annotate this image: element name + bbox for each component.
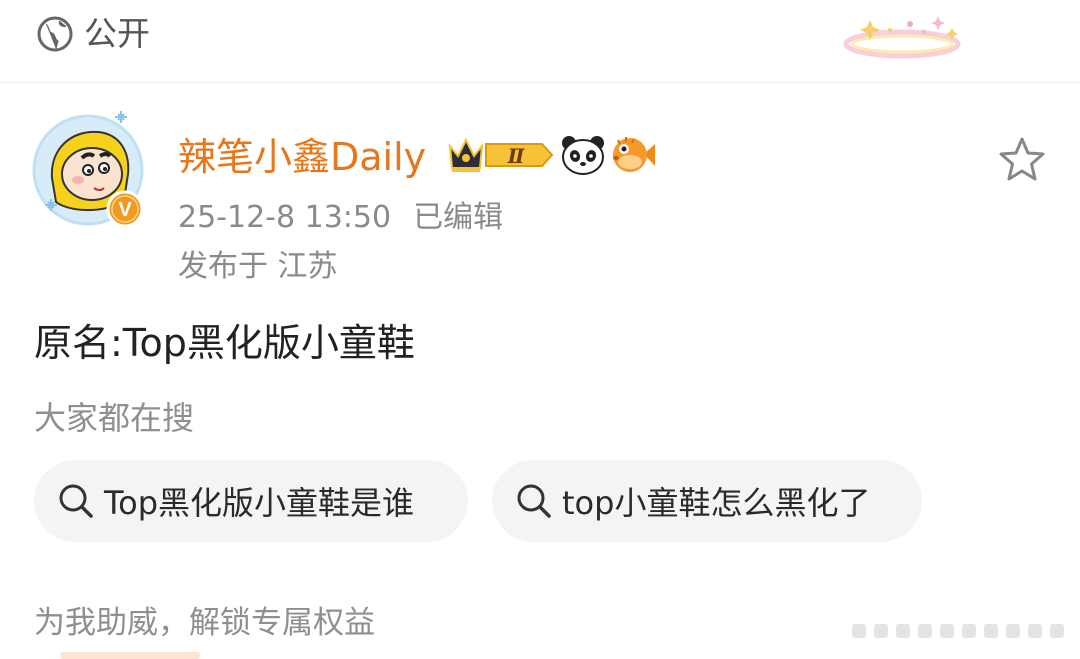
svg-text:V: V xyxy=(118,199,132,221)
pufferfish-emoji-icon xyxy=(613,137,655,172)
search-chip-label: Top黑化版小童鞋是谁 xyxy=(104,484,415,522)
weibo-post-card: 公开 V 辣笔小鑫Daily Ⅱ 25-12-8 13:50 已编辑 发布于 江… xyxy=(0,0,1080,659)
post-meta: 25-12-8 13:50 已编辑 xyxy=(178,198,503,238)
trending-search-heading: 大家都在搜 xyxy=(34,399,195,437)
watermark-dots xyxy=(852,624,1064,638)
search-icon xyxy=(59,484,93,518)
globe-icon xyxy=(37,16,73,52)
search-icon xyxy=(517,484,551,518)
svg-text:Ⅱ: Ⅱ xyxy=(507,144,526,168)
privacy-label[interactable]: 公开 xyxy=(84,14,150,54)
author-name[interactable]: 辣笔小鑫Daily xyxy=(178,133,426,181)
favorite-star-button[interactable] xyxy=(996,135,1048,185)
search-chip[interactable]: Top黑化版小童鞋是谁 xyxy=(34,460,468,542)
search-chip-label: top小童鞋怎么黑化了 xyxy=(562,484,871,522)
sparkle-decoration-icon xyxy=(843,16,961,59)
privacy-bar: 公开 xyxy=(0,0,1080,83)
search-chip[interactable]: top小童鞋怎么黑化了 xyxy=(492,460,922,542)
crown-vip-badge-icon[interactable]: Ⅱ xyxy=(446,134,554,176)
panda-emoji-icon xyxy=(562,136,604,175)
avatar[interactable]: V xyxy=(32,108,144,232)
post-timestamp: 25-12-8 13:50 xyxy=(178,200,392,235)
promo-progress-strip xyxy=(60,652,200,659)
promo-text[interactable]: 为我助威，解锁专属权益 xyxy=(34,602,375,644)
edited-label[interactable]: 已编辑 xyxy=(413,200,503,235)
post-location: 发布于 江苏 xyxy=(178,249,338,284)
post-text: 原名:Top黑化版小童鞋 xyxy=(34,321,415,365)
verified-badge-icon: V xyxy=(106,190,144,228)
